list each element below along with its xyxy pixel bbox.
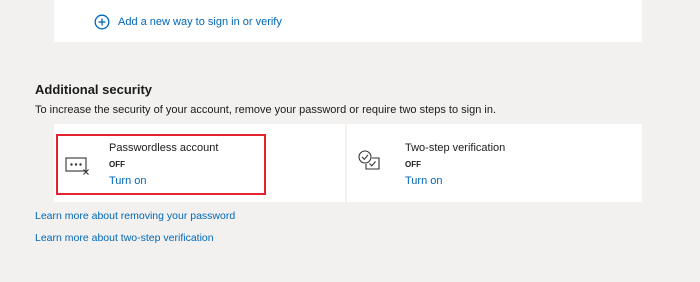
learn-more-two-step-link[interactable]: Learn more about two-step verification — [35, 232, 214, 244]
password-field-off-icon — [65, 157, 89, 175]
passwordless-turn-on-link[interactable]: Turn on — [109, 175, 218, 188]
additional-security-description: To increase the security of your account… — [35, 104, 496, 116]
additional-security-title: Additional security — [35, 82, 153, 97]
two-step-verification-title: Two-step verification — [405, 142, 506, 154]
add-sign-in-method-label: Add a new way to sign in or verify — [118, 16, 282, 28]
two-step-check-icon — [358, 150, 380, 170]
add-sign-in-method-card: Add a new way to sign in or verify — [54, 0, 642, 42]
passwordless-account-card: Passwordless account OFF Turn on — [54, 124, 345, 202]
plus-circle-icon — [94, 14, 110, 30]
passwordless-account-title: Passwordless account — [109, 142, 219, 154]
two-step-verification-status: OFF — [405, 160, 421, 169]
add-sign-in-method-link[interactable]: Add a new way to sign in or verify — [94, 14, 282, 30]
two-step-verification-card: Two-step verification OFF Turn on — [347, 124, 642, 202]
passwordless-account-text: Passwordless account OFF Turn on — [109, 141, 218, 188]
two-step-verification-text: Two-step verification OFF Turn on — [405, 141, 505, 188]
two-step-turn-on-link[interactable]: Turn on — [405, 175, 505, 188]
passwordless-account-status: OFF — [109, 160, 125, 169]
learn-more-remove-password-link[interactable]: Learn more about removing your password — [35, 210, 235, 222]
